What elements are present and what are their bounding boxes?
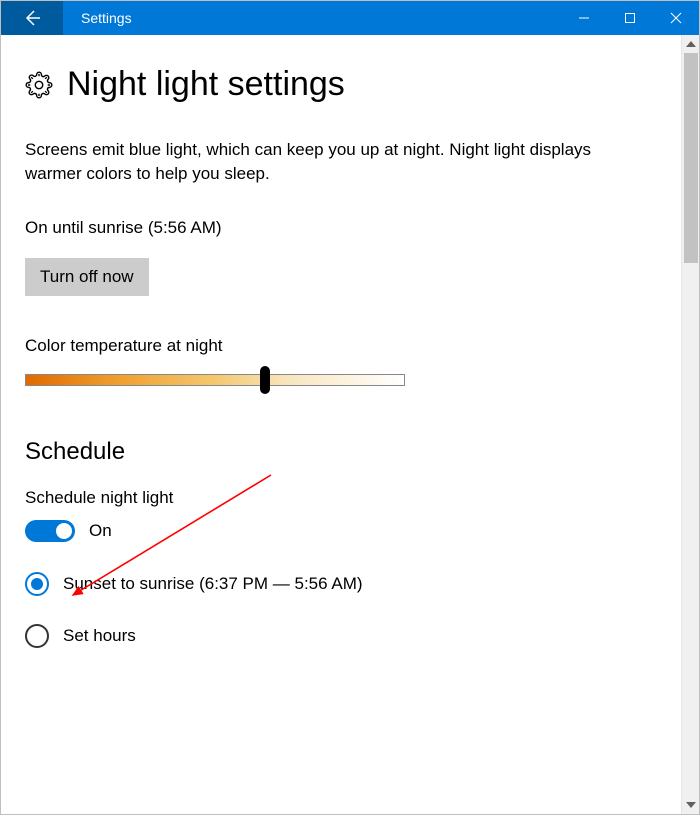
- radio-icon: [25, 624, 49, 648]
- radio-label: Set hours: [63, 626, 136, 646]
- turn-off-now-button[interactable]: Turn off now: [25, 258, 149, 296]
- scroll-down-button[interactable]: [682, 796, 699, 814]
- radio-sunset-to-sunrise[interactable]: Sunset to sunrise (6:37 PM — 5:56 AM): [25, 572, 671, 596]
- minimize-button[interactable]: [561, 1, 607, 35]
- window-title: Settings: [63, 1, 561, 35]
- titlebar: Settings: [1, 1, 699, 35]
- back-button[interactable]: [1, 1, 63, 35]
- minimize-icon: [578, 12, 590, 24]
- color-temperature-slider[interactable]: [25, 372, 405, 388]
- close-button[interactable]: [653, 1, 699, 35]
- schedule-toggle-label: Schedule night light: [25, 488, 671, 508]
- description-text: Screens emit blue light, which can keep …: [25, 138, 645, 186]
- maximize-icon: [624, 12, 636, 24]
- chevron-up-icon: [686, 41, 696, 47]
- slider-track: [25, 374, 405, 386]
- slider-thumb[interactable]: [260, 366, 270, 394]
- radio-set-hours[interactable]: Set hours: [25, 624, 671, 648]
- settings-window: Settings: [0, 0, 700, 815]
- color-temperature-label: Color temperature at night: [25, 336, 671, 356]
- vertical-scrollbar[interactable]: [681, 35, 699, 814]
- maximize-button[interactable]: [607, 1, 653, 35]
- gear-icon: [25, 71, 53, 99]
- content-area: Night light settings Screens emit blue l…: [1, 35, 681, 814]
- schedule-heading: Schedule: [25, 438, 671, 466]
- chevron-down-icon: [686, 802, 696, 808]
- status-text: On until sunrise (5:56 AM): [25, 218, 671, 238]
- page-title: Night light settings: [67, 65, 345, 104]
- radio-label: Sunset to sunrise (6:37 PM — 5:56 AM): [63, 574, 363, 594]
- arrow-left-icon: [22, 8, 42, 28]
- toggle-state-text: On: [89, 521, 112, 541]
- toggle-knob: [56, 523, 72, 539]
- page-header: Night light settings: [25, 65, 671, 104]
- scrollbar-thumb[interactable]: [684, 53, 698, 263]
- scroll-up-button[interactable]: [682, 35, 699, 53]
- radio-icon: [25, 572, 49, 596]
- schedule-toggle[interactable]: [25, 520, 75, 542]
- window-controls: [561, 1, 699, 35]
- close-icon: [670, 12, 682, 24]
